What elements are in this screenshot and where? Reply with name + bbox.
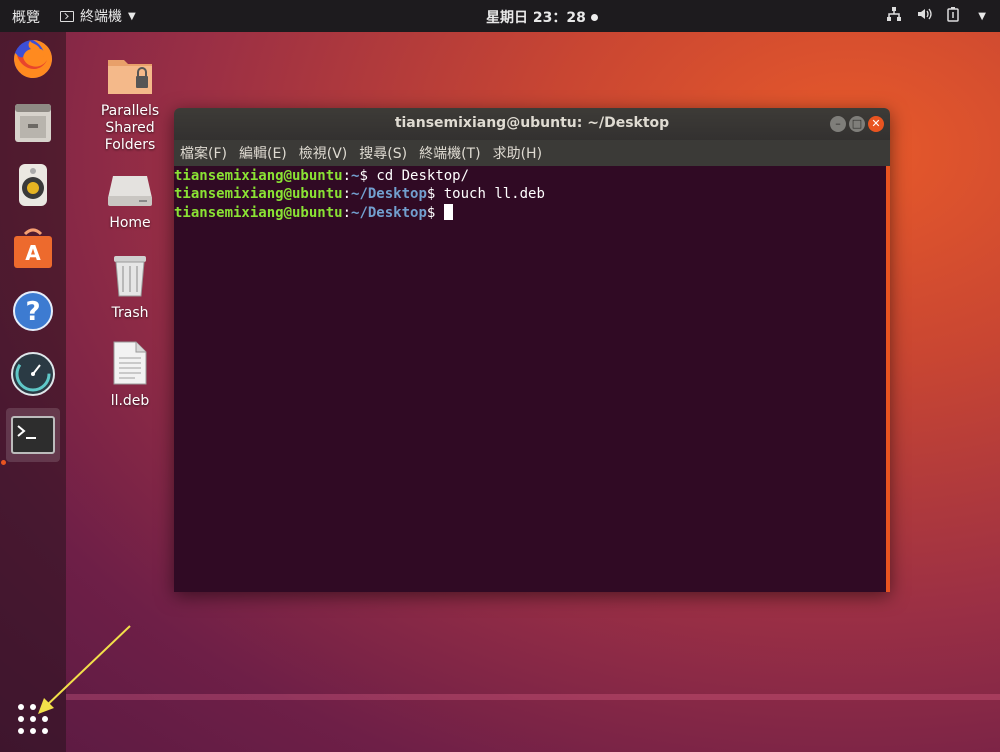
shared-folder-icon	[108, 60, 152, 94]
command-text	[435, 205, 443, 221]
rhythmbox-icon	[19, 164, 47, 206]
prompt-user: tiansemixiang@ubuntu	[174, 186, 343, 202]
maximize-button[interactable]: □	[849, 116, 865, 132]
prompt-colon: :	[342, 205, 352, 221]
prompt-user: tiansemixiang@ubuntu	[174, 168, 343, 184]
menu-view[interactable]: 檢視(V)	[299, 143, 348, 163]
prompt-colon: :	[342, 186, 352, 202]
app-menu-label: 終端機	[80, 9, 122, 25]
dock-help[interactable]: ?	[6, 284, 60, 338]
desktop-icon-label: Parallels Shared Folders	[100, 103, 160, 153]
stacer-icon	[11, 352, 55, 396]
decorative-strip	[66, 694, 1000, 700]
terminal-line: tiansemixiang@ubuntu:~/Desktop$	[174, 204, 890, 222]
software-icon: A	[14, 228, 52, 268]
terminal-line: tiansemixiang@ubuntu:~$ cd Desktop/	[174, 168, 890, 186]
notification-dot	[590, 13, 598, 21]
maximize-icon: □	[851, 117, 863, 130]
help-icon: ?	[13, 291, 53, 331]
clock[interactable]: 星期日 23：28	[486, 7, 598, 27]
dock-stacer[interactable]	[6, 347, 60, 401]
command-text: touch ll.deb	[435, 186, 545, 202]
menu-terminal[interactable]: 終端機(T)	[419, 143, 480, 163]
app-menu[interactable]: 終端機 ▼	[60, 6, 136, 26]
network-icon[interactable]	[886, 6, 902, 26]
desktop-icon-trash[interactable]: Trash	[85, 252, 175, 322]
trash-icon	[114, 256, 146, 297]
clock-label: 星期日 23：28	[486, 10, 586, 26]
prompt-user: tiansemixiang@ubuntu	[174, 205, 343, 221]
window-titlebar[interactable]: tiansemixiang@ubuntu: ~/Desktop – □ ✕	[174, 108, 890, 140]
chevron-down-icon: ▼	[128, 10, 136, 22]
running-indicator	[1, 460, 6, 465]
dock-rhythmbox[interactable]	[6, 158, 60, 212]
terminal-menubar: 檔案(F) 編輯(E) 檢視(V) 搜尋(S) 終端機(T) 求助(H)	[174, 140, 890, 166]
top-bar: 概覽 終端機 ▼ 星期日 23：28 ▼	[0, 0, 1000, 32]
window-title: tiansemixiang@ubuntu: ~/Desktop	[394, 115, 670, 131]
prompt-path: ~/Desktop	[351, 205, 427, 221]
prompt-colon: :	[342, 168, 352, 184]
terminal-icon	[11, 416, 55, 454]
dock: A ?	[0, 32, 66, 752]
desktop-icon-label: Home	[109, 215, 151, 231]
files-icon	[15, 104, 51, 142]
apps-grid-icon	[18, 704, 48, 734]
system-tray[interactable]: ▼	[886, 6, 986, 26]
dock-firefox[interactable]	[6, 32, 60, 86]
desktop-icon-ll-deb[interactable]: ll.deb	[85, 340, 175, 410]
svg-text:A: A	[25, 241, 41, 265]
volume-icon[interactable]	[916, 6, 932, 26]
dock-software[interactable]: A	[6, 221, 60, 275]
svg-text:?: ?	[25, 297, 40, 327]
show-applications-button[interactable]	[6, 692, 60, 746]
menu-arrow-icon[interactable]: ▼	[978, 11, 986, 22]
minimize-icon: –	[835, 117, 841, 130]
desktop-icon-home[interactable]: Home	[85, 172, 175, 232]
dock-terminal[interactable]	[6, 408, 60, 462]
menu-search[interactable]: 搜尋(S)	[359, 143, 407, 163]
terminal-output[interactable]: tiansemixiang@ubuntu:~$ cd Desktop/ tian…	[174, 166, 890, 592]
desktop-icon-shared-folders[interactable]: Parallels Shared Folders	[85, 52, 175, 154]
text-cursor	[443, 204, 453, 220]
minimize-button[interactable]: –	[830, 116, 846, 132]
desktop-icon-label: ll.deb	[110, 393, 150, 409]
command-text: cd Desktop/	[367, 168, 470, 184]
close-button[interactable]: ✕	[868, 116, 884, 132]
close-icon: ✕	[871, 117, 881, 130]
home-drive-icon	[108, 176, 152, 206]
firefox-icon	[14, 39, 53, 78]
terminal-window[interactable]: tiansemixiang@ubuntu: ~/Desktop – □ ✕ 檔案…	[174, 108, 890, 592]
menu-help[interactable]: 求助(H)	[493, 143, 542, 163]
menu-edit[interactable]: 編輯(E)	[239, 143, 287, 163]
terminal-small-icon	[60, 10, 74, 22]
dock-files[interactable]	[6, 95, 60, 149]
scrollbar[interactable]	[886, 166, 890, 592]
activities-button[interactable]: 概覽	[12, 7, 40, 27]
terminal-line: tiansemixiang@ubuntu:~/Desktop$ touch ll…	[174, 186, 890, 204]
menu-file[interactable]: 檔案(F)	[180, 143, 227, 163]
battery-icon[interactable]	[946, 6, 964, 26]
file-icon	[113, 341, 147, 385]
prompt-path: ~/Desktop	[351, 186, 427, 202]
desktop-icon-label: Trash	[111, 305, 149, 321]
prompt-dollar: $	[359, 168, 368, 184]
